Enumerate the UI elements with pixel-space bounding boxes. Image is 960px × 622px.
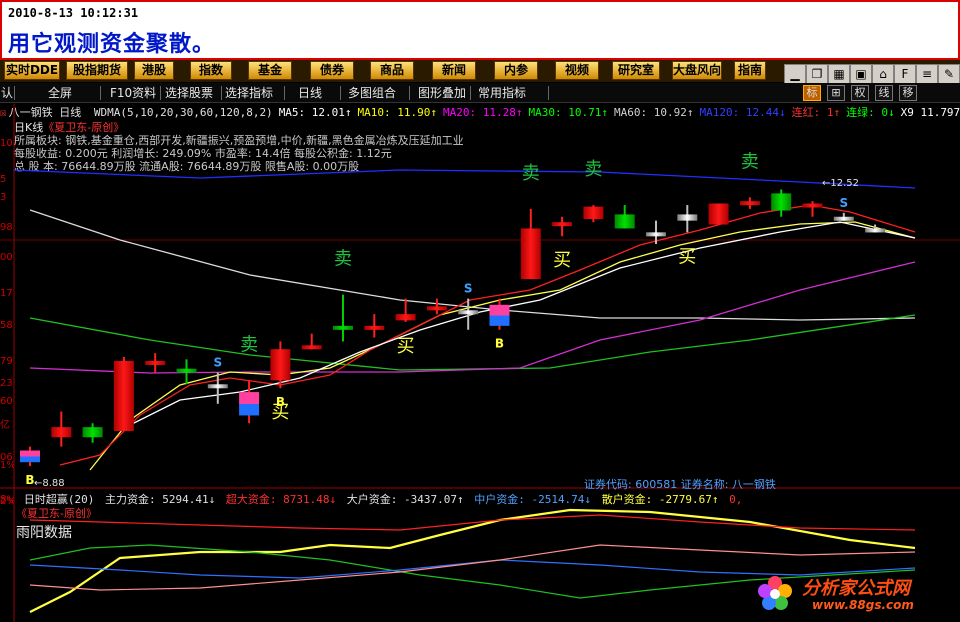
candle-body — [458, 310, 479, 315]
indicator-item-2: 大户资金: -3437.07↑ — [346, 493, 471, 505]
candle-body — [176, 368, 197, 373]
sell-signal: 卖 — [584, 159, 602, 180]
candle-body — [113, 360, 134, 432]
candle-body — [51, 427, 72, 438]
kline-chart: 卖买卖买卖买卖买卖BBBSSS←8.88←12.52 — [0, 104, 960, 622]
low-label: ←8.88 — [34, 478, 65, 489]
candle-body — [833, 216, 854, 221]
sell-signal: 卖 — [334, 249, 352, 270]
candle-body — [520, 228, 541, 280]
candle-body — [364, 325, 385, 330]
b-marker: B — [276, 395, 285, 409]
candle-body — [802, 203, 823, 208]
stock-info: 证券代码: 600581 证券名称: 八一钢铁 — [584, 476, 776, 492]
candle-body — [395, 314, 416, 321]
candle-body — [614, 214, 635, 229]
sell-signal: 卖 — [741, 151, 759, 172]
candle-body — [677, 214, 698, 221]
sell-signal: 卖 — [522, 163, 540, 184]
candle-body — [270, 349, 291, 381]
flower-logo-icon — [758, 576, 792, 610]
indicator-item-1: 超大资金: 8731.48↓ — [225, 493, 343, 505]
b-marker: B — [495, 337, 504, 351]
candle-body — [333, 325, 353, 330]
buy-signal: 买 — [397, 336, 415, 357]
candle-body — [552, 222, 573, 227]
candle-body — [145, 360, 166, 365]
watermark: 分析家公式网 www.88gs.com — [752, 572, 952, 616]
buy-signal: 买 — [678, 246, 696, 267]
indicator-sub: 雨阳数据 — [16, 525, 72, 541]
candle-body — [426, 306, 447, 311]
stock-code-label: 证券代码: — [584, 478, 632, 491]
candle-body — [583, 206, 604, 220]
candle-body — [865, 228, 886, 233]
buy-signal: 买 — [553, 250, 571, 271]
candle-body — [207, 384, 228, 389]
candle-body — [239, 392, 260, 416]
candle-body — [301, 345, 322, 350]
indicator-item-4: 散户资金: -2779.67↑ — [601, 493, 726, 505]
ma-line — [29, 261, 916, 374]
stock-name-label: 证券名称: — [680, 478, 729, 491]
high-label: ←12.52 — [822, 178, 859, 189]
candle-body — [82, 427, 103, 438]
candle-body — [739, 201, 760, 206]
ma-line — [13, 169, 916, 189]
indicator-prefix: 8% — [0, 493, 14, 505]
watermark-url: www.88gs.com — [812, 598, 914, 612]
candle-body — [771, 193, 792, 211]
s-marker: S — [213, 356, 222, 370]
indicator-item-0: 主力资金: 5294.41↓ — [105, 493, 222, 505]
watermark-cn: 分析家公式网 — [802, 578, 910, 599]
s-marker: S — [464, 282, 473, 296]
candle-body — [20, 450, 40, 463]
indicator-bar: 8% 日时超赢(20) 主力资金: 5294.41↓ 超大资金: 8731.48… — [0, 491, 960, 505]
s-marker: S — [839, 196, 848, 210]
indicator-item-5: 0, — [729, 493, 743, 505]
stock-name: 八一钢铁 — [731, 478, 776, 491]
indicator-name: 日时超赢(20) — [23, 493, 95, 505]
candle-body — [489, 304, 510, 326]
candle-body — [646, 232, 666, 237]
indicator-item-3: 中户资金: -2514.74↓ — [474, 493, 598, 505]
sell-signal: 卖 — [240, 334, 258, 355]
candle-body — [708, 203, 729, 225]
stock-code: 600581 — [635, 478, 678, 491]
indicator-brand: 《夏卫东-原创》 — [16, 507, 97, 520]
